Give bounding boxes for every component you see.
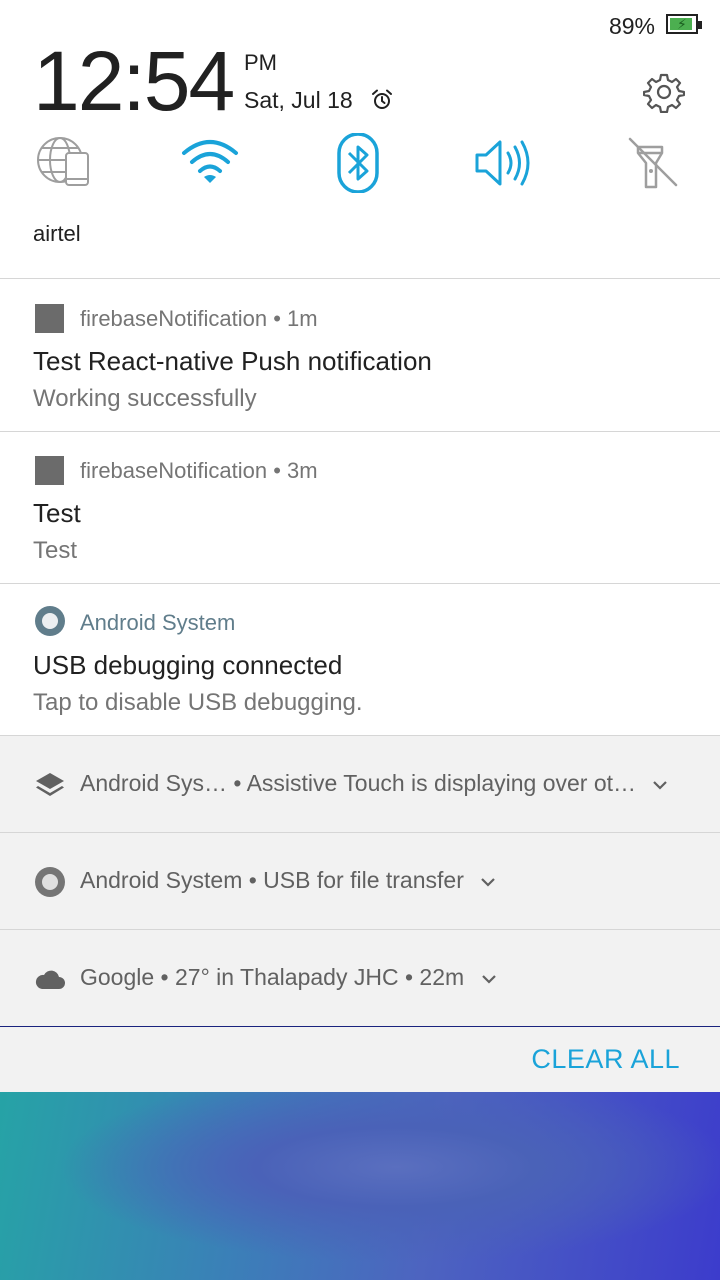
android-system-icon <box>35 606 65 636</box>
notification-footer: CLEAR ALL <box>0 1027 720 1092</box>
collapsed-notification-text: Android Sys… • Assistive Touch is displa… <box>80 770 637 796</box>
notification-app-name: Android System <box>80 610 236 635</box>
chevron-down-icon[interactable] <box>480 877 496 887</box>
layers-icon <box>36 773 64 796</box>
app-icon <box>35 304 64 333</box>
clock[interactable]: 12:54 <box>33 36 235 126</box>
clear-all-button[interactable]: CLEAR ALL <box>531 1044 680 1075</box>
notification-title: Test <box>33 498 81 528</box>
notification-app-line: firebaseNotification • 1m <box>80 306 318 331</box>
sound-toggle-icon[interactable] <box>474 133 534 193</box>
notification-title: Test React-native Push notification <box>33 346 432 376</box>
notification-text: Tap to disable USB debugging. <box>33 689 363 716</box>
date[interactable]: Sat, Jul 18 <box>244 87 353 114</box>
am-pm: PM <box>244 50 277 75</box>
wifi-toggle-icon[interactable] <box>180 133 240 193</box>
battery-percent: 89% <box>608 13 655 39</box>
carrier-name: airtel <box>33 221 81 246</box>
collapsed-notification-text: Google • 27° in Thalapady JHC • 22m <box>80 964 465 990</box>
notification-text: Working successfully <box>33 385 257 412</box>
settings-gear-icon[interactable] <box>643 71 685 113</box>
bluetooth-toggle-icon[interactable] <box>328 133 388 193</box>
cloud-icon <box>35 970 65 989</box>
notification-item[interactable]: firebaseNotification • 3m Test Test <box>0 432 720 583</box>
collapsed-notification[interactable]: Google • 27° in Thalapady JHC • 22m <box>0 930 720 1026</box>
collapsed-notification[interactable]: Android System • USB for file transfer <box>0 833 720 929</box>
notification-app-line: firebaseNotification • 3m <box>80 458 318 483</box>
collapsed-notification[interactable]: Android Sys… • Assistive Touch is displa… <box>0 736 720 832</box>
chevron-down-icon[interactable] <box>481 974 497 984</box>
wallpaper <box>0 1092 720 1280</box>
battery-icon: ⚡ <box>666 14 702 34</box>
android-system-icon <box>35 867 65 897</box>
notification-item[interactable]: firebaseNotification • 1m Test React-nat… <box>0 279 720 431</box>
mobile-data-toggle-icon[interactable] <box>34 133 94 193</box>
quick-settings-header: 89% ⚡ 12:54 PM Sat, Jul 18 airtel <box>0 0 720 279</box>
notification-title: USB debugging connected <box>33 650 343 680</box>
flashlight-toggle-icon[interactable] <box>624 133 684 193</box>
chevron-down-icon[interactable] <box>652 780 668 790</box>
app-icon <box>35 456 64 485</box>
collapsed-notification-text: Android System • USB for file transfer <box>80 867 464 893</box>
notification-item[interactable]: Android System USB debugging connected T… <box>0 584 720 735</box>
alarm-clock-icon <box>372 89 392 109</box>
notification-text: Test <box>33 537 78 564</box>
